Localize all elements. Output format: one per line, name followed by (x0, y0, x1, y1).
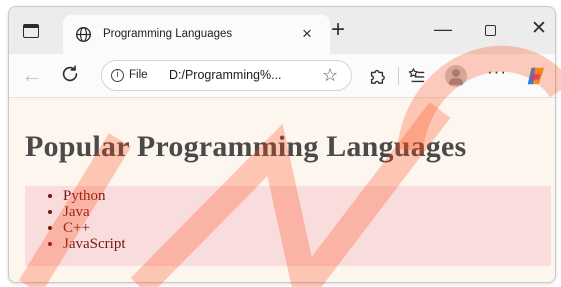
favorite-star-icon[interactable]: ☆ (322, 65, 338, 85)
refresh-icon[interactable] (59, 63, 81, 85)
browser-window: Programming Languages × + — ✕ ← i File D… (8, 6, 556, 283)
tab-close-icon[interactable]: × (302, 24, 312, 44)
tab-actions-icon[interactable] (23, 24, 39, 38)
maximize-button[interactable] (485, 25, 496, 36)
page-content: Popular Programming Languages Python Jav… (9, 98, 555, 282)
list-item-language: C++ (63, 220, 125, 236)
info-icon[interactable]: i (111, 69, 124, 82)
more-options-button[interactable]: ··· (487, 61, 507, 83)
back-button[interactable]: ← (21, 64, 43, 86)
address-url[interactable]: D:/Programming%... (169, 68, 282, 82)
address-bar[interactable]: i File D:/Programming%... ☆ (101, 60, 352, 91)
new-tab-button[interactable]: + (331, 18, 345, 42)
languages-list-box: Python Java C++ JavaScript (25, 186, 551, 266)
list-item-language: Java (63, 204, 125, 220)
minimize-button[interactable]: — (434, 20, 452, 38)
tab-active[interactable]: Programming Languages × (63, 15, 330, 54)
favorites-icon[interactable] (408, 67, 426, 85)
address-scheme: File (129, 69, 148, 81)
close-window-button[interactable]: ✕ (531, 19, 547, 39)
languages-list: Python Java C++ JavaScript (63, 188, 125, 252)
extensions-icon[interactable] (368, 67, 386, 85)
page-heading: Popular Programming Languages (25, 130, 467, 163)
toolbar-divider (398, 67, 399, 85)
list-item-language: Python (63, 188, 125, 204)
browser-toolbar: ← i File D:/Programming%... ☆ ··· (9, 54, 555, 98)
copilot-icon[interactable] (525, 65, 547, 87)
list-item-language: JavaScript (63, 236, 125, 252)
globe-icon (76, 27, 91, 42)
profile-avatar[interactable] (445, 65, 467, 87)
tab-strip: Programming Languages × + — ✕ (9, 7, 555, 54)
tab-title: Programming Languages (103, 28, 233, 40)
